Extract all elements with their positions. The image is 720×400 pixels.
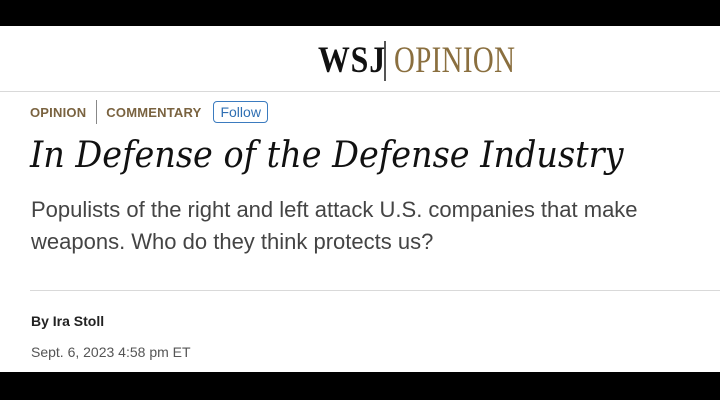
topic-commentary[interactable]: COMMENTARY [106,105,201,120]
author-link[interactable]: Ira Stoll [53,313,104,329]
byline-prefix: By [31,313,49,329]
byline: By Ira Stoll [31,313,104,329]
logo-wsj: WSJ [318,40,387,81]
topic-row: OPINION COMMENTARY Follow [30,100,268,124]
masthead: WSJ OPINION [0,26,720,91]
follow-button[interactable]: Follow [213,101,268,123]
article-page: WSJ OPINION OPINION COMMENTARY Follow In… [0,26,720,372]
topic-opinion[interactable]: OPINION [30,105,86,120]
headline: In Defense of the Defense Industry [30,135,624,176]
wsj-opinion-logo[interactable]: WSJ OPINION [318,39,549,82]
masthead-divider [0,91,720,92]
logo-section: OPINION [393,40,515,81]
publish-timestamp: Sept. 6, 2023 4:58 pm ET [31,344,191,360]
byline-divider [30,290,720,291]
dek: Populists of the right and left attack U… [31,197,638,254]
topic-separator [96,100,98,124]
